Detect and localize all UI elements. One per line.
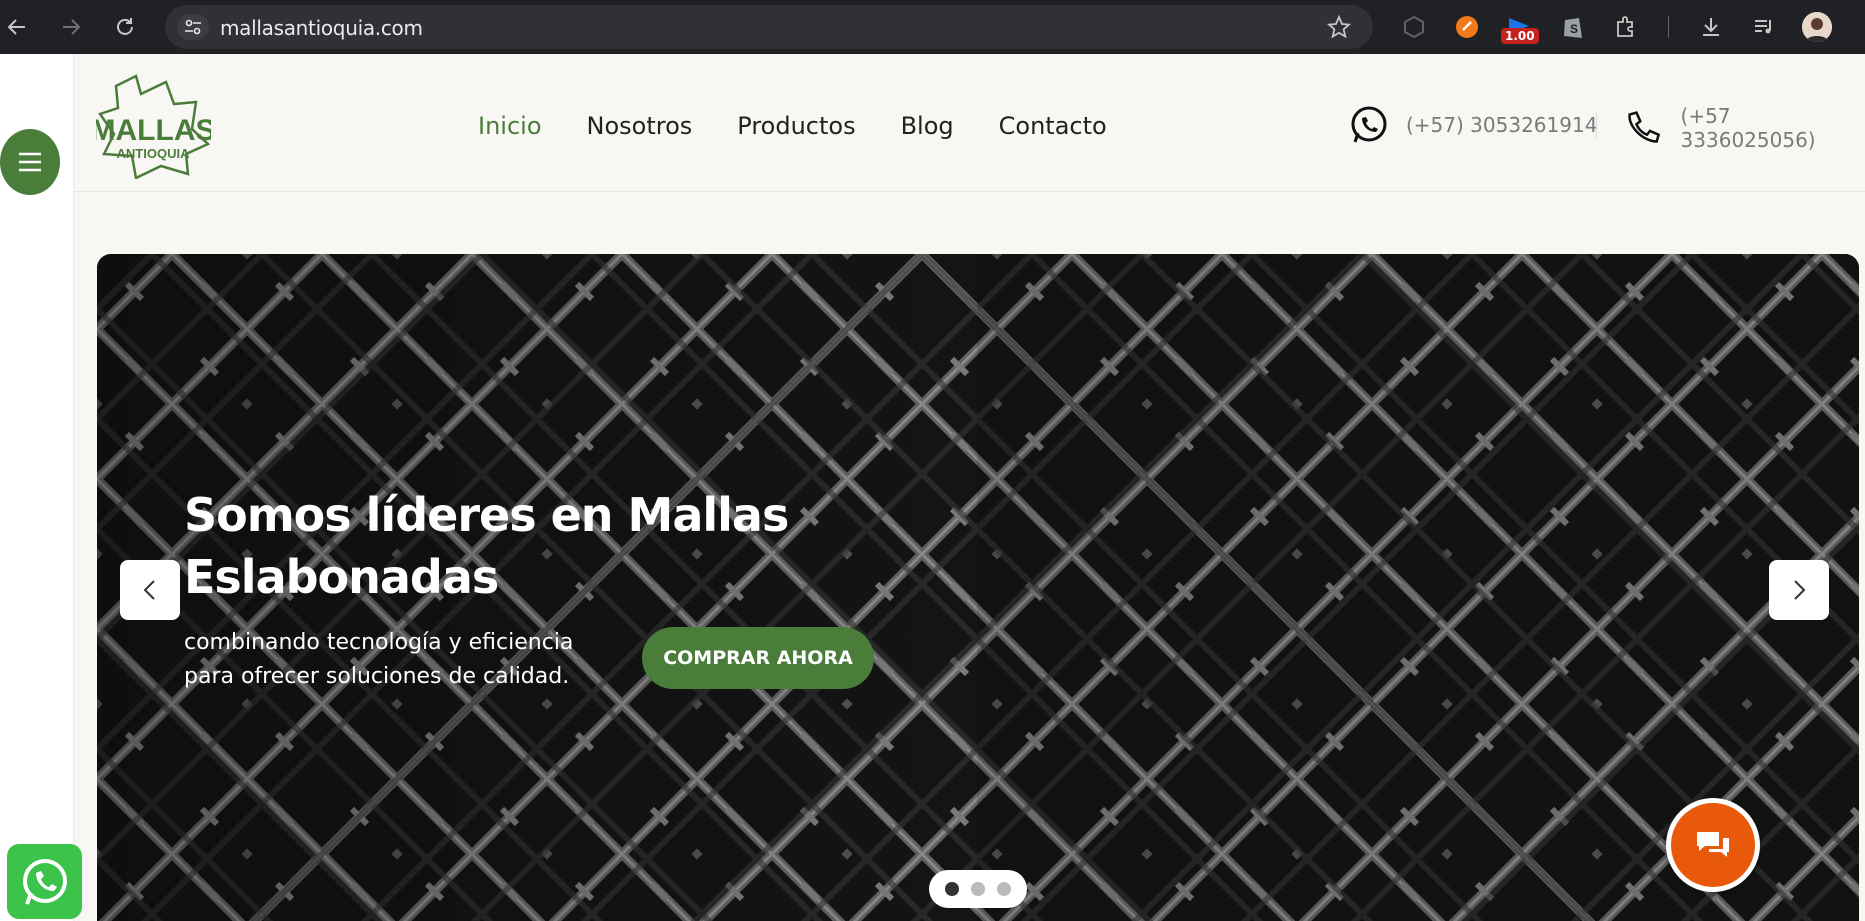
hero-slider: Somos líderes en Mallas Eslabonadas comb…	[97, 254, 1859, 921]
hamburger-icon	[19, 152, 41, 172]
site-header: MALLAS ANTIOQUIA Inicio Nosotros Product…	[74, 54, 1865, 192]
toolbar-divider	[1668, 16, 1669, 38]
phone-icon	[1628, 111, 1661, 143]
phone-number[interactable]: (+57 3336025056)	[1681, 104, 1865, 152]
reload-icon[interactable]	[108, 10, 142, 44]
nav-item-nosotros[interactable]: Nosotros	[587, 112, 693, 140]
buy-now-button[interactable]: COMPRAR AHORA	[642, 627, 874, 689]
star-icon[interactable]	[1326, 14, 1352, 44]
puzzle-extension-icon[interactable]	[1611, 12, 1641, 42]
whatsapp-icon	[1351, 106, 1387, 143]
slide-dot-2[interactable]	[971, 882, 985, 896]
hero-title: Somos líderes en Mallas Eslabonadas	[184, 488, 789, 604]
download-icon[interactable]	[1696, 12, 1726, 42]
slide-dot-1[interactable]	[945, 882, 959, 896]
forward-icon[interactable]	[54, 10, 88, 44]
nav-item-inicio[interactable]: Inicio	[478, 112, 542, 140]
orange-extension-icon[interactable]	[1452, 12, 1482, 42]
extension-badge: 1.00	[1501, 28, 1539, 44]
nav-item-blog[interactable]: Blog	[901, 112, 954, 140]
site-settings-icon[interactable]	[177, 14, 209, 40]
mallas-antioquia-logo[interactable]: MALLAS ANTIOQUIA	[91, 74, 215, 180]
contact-divider	[1596, 112, 1597, 138]
chevron-left-icon	[143, 580, 155, 600]
logo-text-top: MALLAS	[96, 114, 211, 147]
shopify-extension-icon[interactable]: S	[1558, 12, 1588, 42]
whatsapp-contact[interactable]: (+57) 3053261914	[1348, 104, 1597, 146]
slide-dot-3[interactable]	[997, 882, 1011, 896]
address-bar[interactable]: mallasantioquia.com	[165, 5, 1373, 49]
slide-pagination	[929, 870, 1027, 908]
hamburger-menu-button[interactable]	[0, 129, 60, 195]
svg-text:S: S	[1570, 22, 1578, 36]
back-icon[interactable]	[0, 10, 34, 44]
nav-item-productos[interactable]: Productos	[737, 112, 855, 140]
left-sidebar	[0, 54, 74, 921]
profile-avatar[interactable]	[1802, 12, 1832, 42]
main-nav: Inicio Nosotros Productos Blog Contacto	[478, 112, 1107, 140]
whatsapp-icon	[22, 858, 67, 905]
next-slide-button[interactable]	[1769, 560, 1829, 620]
url-text[interactable]: mallasantioquia.com	[220, 16, 423, 40]
phone-contact[interactable]: (+57 3336025056)	[1622, 104, 1865, 152]
media-icon[interactable]	[1749, 12, 1779, 42]
chat-button[interactable]	[1666, 798, 1760, 892]
chevron-right-icon	[1794, 580, 1806, 600]
whatsapp-phone-number[interactable]: (+57) 3053261914	[1406, 113, 1597, 137]
logo-text-bottom: ANTIOQUIA	[117, 146, 191, 161]
hero-subtitle: combinando tecnología y eficiencia para …	[184, 630, 574, 689]
prev-slide-button[interactable]	[120, 560, 180, 620]
chat-bubbles-icon	[1697, 832, 1729, 857]
whatsapp-float-button[interactable]	[7, 844, 82, 919]
nav-item-contacto[interactable]: Contacto	[999, 112, 1107, 140]
browser-toolbar: mallasantioquia.com 1.00 S	[0, 0, 1865, 54]
shield-extension-icon[interactable]	[1399, 12, 1429, 42]
